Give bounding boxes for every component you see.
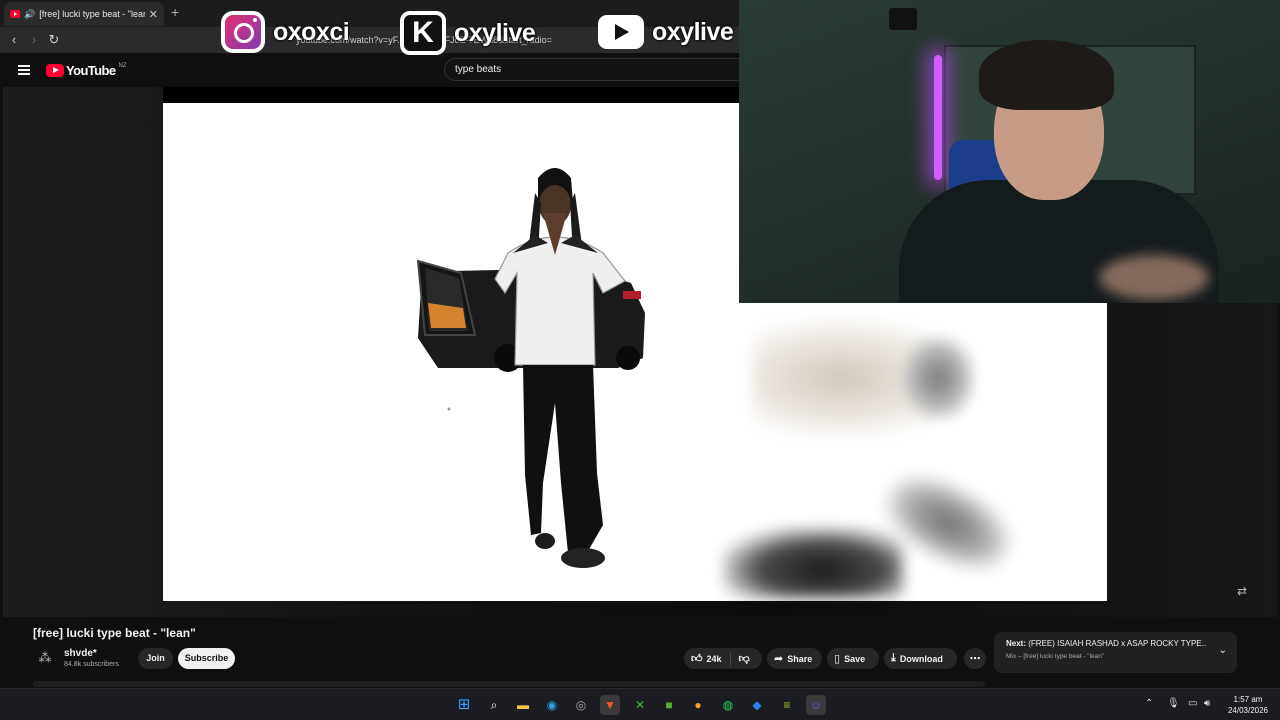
forward-icon[interactable]: › [26,32,42,47]
region-code: NZ [118,63,127,69]
download-icon: ⤓ [891,652,896,664]
hamburger-menu-icon[interactable] [18,65,30,75]
download-label: Download [899,653,943,664]
tab-close-icon[interactable]: ✕ [149,8,158,21]
youtube-handle-group: oxylive [598,15,734,49]
youtube-favicon-icon [10,10,20,18]
channel-name[interactable]: shvde* [64,648,97,659]
description-strip [33,681,985,687]
video-title: [free] lucki type beat - "lean" [33,626,196,640]
next-up-prefix: Next: [1006,639,1027,648]
speaker-icon[interactable]: 🔊 [24,9,35,20]
share-label: Share [787,653,813,664]
save-button[interactable]: ▯ Save [827,648,879,669]
network-icon[interactable]: ▭ [1188,698,1197,709]
share-button[interactable]: ➦ Share [767,648,822,669]
chrome-icon[interactable]: ◎ [571,695,591,715]
youtube-logo[interactable]: YouTube NZ [46,63,126,78]
share-icon: ➦ [774,653,784,665]
subscriber-count: 84.8k subscribers [64,661,119,668]
subscribe-button[interactable]: Subscribe [178,648,235,669]
microphone-icon[interactable]: 🎙︎ [1167,698,1180,709]
dislike-button[interactable]: 👎︎ [731,652,750,665]
edge-icon[interactable]: ◉ [542,695,562,715]
youtube-play-logo-icon [46,64,64,77]
save-label: Save [844,653,866,664]
purple-light [934,55,942,180]
roblox-icon[interactable]: ◆ [747,695,767,715]
more-actions-button[interactable]: ⋯ [964,648,986,669]
like-button[interactable]: 👍︎ 24k [684,651,731,666]
youtube-logo-text: YouTube [66,63,116,78]
fl-studio-icon[interactable]: ● [688,695,708,715]
streamer-hand [1099,255,1209,300]
reload-icon[interactable]: ↻ [46,32,62,48]
join-button[interactable]: Join [138,648,173,669]
youtube-icon [598,15,644,49]
minecraft-icon[interactable]: ■ [659,695,679,715]
chevron-down-icon[interactable]: ⌄ [1219,645,1227,656]
more-icon: ⋯ [969,653,981,665]
windows-taskbar: ⊞ ⌕ ▬ ◉ ◎ ▼ ✕ ■ ● ◍ ◆ ≡ ☺ ⌃ 🎙︎ ▭ 🔊︎ 1:57… [0,688,1280,720]
next-up-subtitle: Mix – [free] lucki type beat - "lean" [1006,653,1105,660]
youtube-handle: oxylive [652,17,734,46]
search-input[interactable]: type beats [444,58,754,81]
brave-icon[interactable]: ▼ [600,695,620,715]
next-up-video-title: (FREE) ISAIAH RASHAD x ASAP ROCKY TYPE..… [1028,639,1206,648]
kick-icon: K [400,11,446,55]
rotate-icon[interactable]: ⇄ [1237,584,1247,598]
volume-icon[interactable]: 🔊︎ [1204,698,1210,709]
kick-handle: oxylive [454,18,536,47]
kick-handle-group: K oxylive [400,11,536,55]
next-up-title: Next: (FREE) ISAIAH RASHAD x ASAP ROCKY … [1006,639,1206,648]
tray-chevron-icon[interactable]: ⌃ [1145,698,1153,709]
like-count: 24k [706,653,722,664]
ceiling-fixture [889,8,917,30]
like-dislike-group: 👍︎ 24k 👎︎ [684,648,762,669]
channel-avatar[interactable]: ⁂ [36,649,54,667]
download-button[interactable]: ⤓ Download [884,648,957,669]
webcam-overlay [739,0,1280,303]
bookmark-icon: ▯ [834,653,841,665]
thumbs-down-icon: 👎︎ [738,653,750,665]
file-explorer-icon[interactable]: ▬ [513,695,533,715]
windows-start-icon[interactable]: ⊞ [454,695,474,715]
tab-title: [free] lucki type beat - "lean" [39,9,145,19]
instagram-handle: oxoxci [273,17,350,46]
next-up-card[interactable]: Next: (FREE) ISAIAH RASHAD x ASAP ROCKY … [994,632,1237,673]
system-clock[interactable]: 1:57 am 24/03/2026 [1222,694,1274,716]
thumbs-up-icon: 👍︎ [691,653,703,665]
motion-blur [723,528,903,598]
search-icon[interactable]: ⌕ [484,695,504,715]
browser-tab[interactable]: 🔊 [free] lucki type beat - "lean" ✕ [4,2,164,26]
motion-blur [903,338,973,418]
back-icon[interactable]: ‹ [6,32,22,47]
discord-icon[interactable]: ☺ [806,695,826,715]
clock-date: 24/03/2026 [1227,706,1269,715]
instagram-icon [221,11,265,53]
xbox-icon[interactable]: ✕ [630,695,650,715]
bluestacks-icon[interactable]: ≡ [777,695,797,715]
streamer-hair [979,40,1114,110]
instagram-handle-group: oxoxci [221,11,350,53]
spotify-icon[interactable]: ◍ [718,695,738,715]
new-tab-button[interactable]: + [171,4,179,20]
clock-time: 1:57 am [1233,695,1263,704]
